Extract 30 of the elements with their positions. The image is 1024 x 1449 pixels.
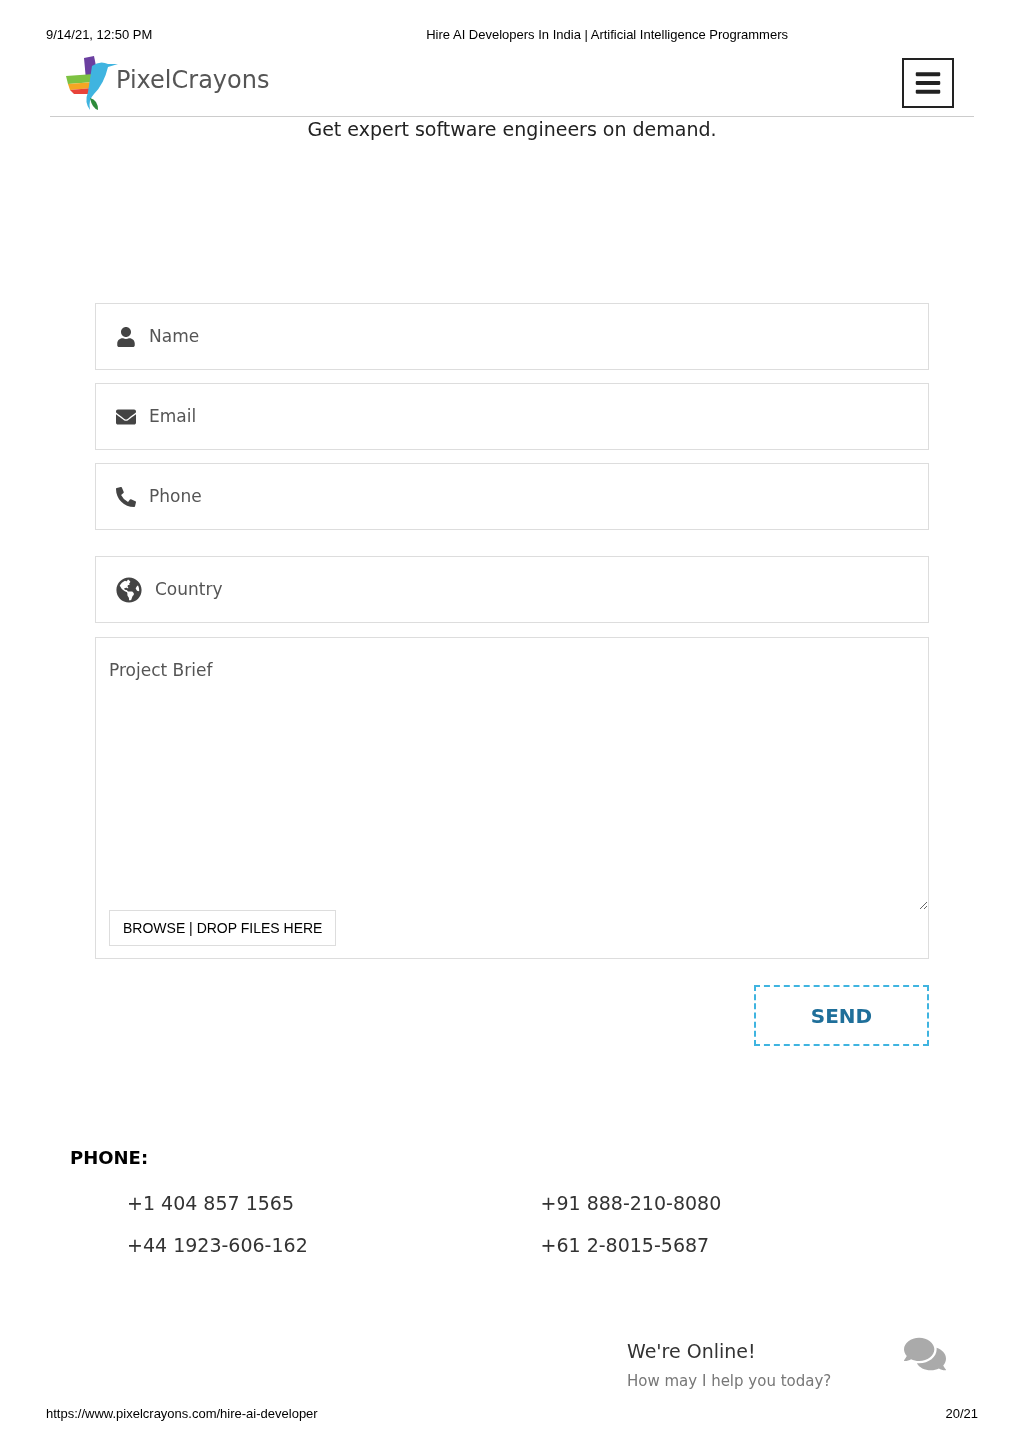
project-brief-field[interactable]: Project Brief (109, 658, 928, 910)
send-button[interactable]: SEND (754, 985, 929, 1046)
text-input[interactable]: Phone (149, 483, 928, 510)
phone-number: +44 1923-606-162 (127, 1232, 309, 1258)
phone-icon (116, 486, 136, 507)
menu-button[interactable] (902, 58, 954, 108)
upload-button[interactable]: BROWSE | DROP FILES HERE (109, 910, 337, 946)
chat-subtitle: How may I help you today? (627, 1370, 832, 1392)
text-input[interactable]: Email (149, 403, 928, 430)
phone-number: +61 2-8015-5687 (540, 1232, 711, 1258)
page-title: Hire AI Developers In India | Artificial Intelligence Programmers (426, 26, 788, 44)
page-url: https://www.pixelcrayons.com/hire-ai-developer (46, 1404, 318, 1423)
print-date: 9/14/21, 12:50 PM (46, 26, 153, 44)
input-field[interactable]: Email (95, 383, 929, 450)
project-brief-box[interactable]: Project Brief BROWSE | DROP FILES HERE (95, 637, 929, 959)
chat-title: We're Online! (627, 1339, 757, 1364)
phone-heading: PHONE: (70, 1146, 150, 1170)
tagline: Get expert software engineers on demand. (306, 116, 718, 142)
text-input[interactable]: Country (155, 576, 928, 603)
input-field[interactable]: Name (95, 303, 929, 370)
phone-number: +91 888-210-8080 (540, 1191, 723, 1216)
phone-number: +1 404 857 1565 (127, 1191, 295, 1216)
logo-text: PixelCrayons (116, 65, 270, 96)
menu-icon (914, 69, 942, 97)
input-field[interactable]: Country (95, 556, 929, 623)
person-icon (116, 326, 136, 347)
input-field[interactable]: Phone (95, 463, 929, 530)
globe-icon (116, 576, 142, 603)
page-number: 20/21 (945, 1404, 978, 1423)
text-input[interactable]: Name (149, 323, 928, 350)
